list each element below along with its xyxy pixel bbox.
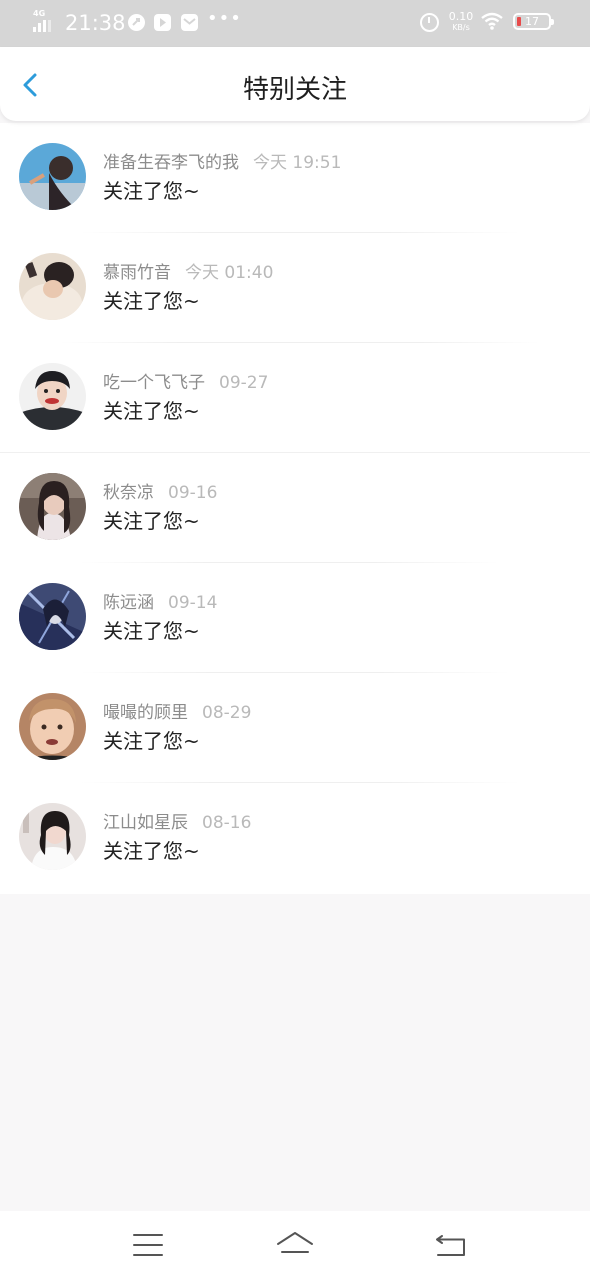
notification-message: 关注了您~	[103, 179, 200, 203]
notification-message: 关注了您~	[103, 509, 200, 533]
avatar[interactable]	[19, 583, 86, 650]
notification-time: 09-27	[219, 373, 269, 393]
user-name[interactable]: 陈远涵	[103, 593, 154, 613]
user-name[interactable]: 江山如星辰	[103, 813, 188, 833]
menu-icon	[133, 1234, 163, 1256]
list-item[interactable]: 江山如星辰 08-16 关注了您~	[0, 783, 590, 893]
wifi-icon	[481, 12, 503, 30]
signal-icon: 4G	[33, 9, 57, 32]
list-item[interactable]: 吃一个飞飞子 09-27 关注了您~	[0, 343, 590, 453]
system-back-button[interactable]	[430, 1230, 470, 1260]
notification-message: 关注了您~	[103, 399, 200, 423]
notification-time: 今天 19:51	[253, 153, 342, 173]
notification-message: 关注了您~	[103, 619, 200, 643]
notification-message: 关注了您~	[103, 839, 200, 863]
list-item[interactable]: 慕雨竹音 今天 01:40 关注了您~	[0, 233, 590, 343]
list-item[interactable]: 准备生吞李飞的我 今天 19:51 关注了您~	[0, 123, 590, 233]
list-item[interactable]: 陈远涵 09-14 关注了您~	[0, 563, 590, 673]
status-time: 21:38	[65, 11, 126, 35]
page-title: 特别关注	[242, 75, 347, 105]
mail-app-icon	[181, 14, 198, 31]
notification-message: 关注了您~	[103, 289, 200, 313]
user-name[interactable]: 慕雨竹音	[103, 263, 171, 283]
battery-level: 17	[525, 15, 539, 28]
notification-time: 08-16	[202, 813, 252, 833]
notification-time: 09-16	[168, 483, 218, 503]
notification-message: 关注了您~	[103, 729, 200, 753]
home-button[interactable]	[275, 1230, 315, 1260]
alarm-icon	[420, 13, 439, 32]
user-name[interactable]: 准备生吞李飞的我	[103, 153, 239, 173]
user-name[interactable]: 吃一个飞飞子	[103, 373, 205, 393]
video-app-icon	[154, 14, 171, 31]
status-bar: 4G 21:38 ••• 0.10 KB/s 17	[0, 0, 590, 47]
avatar[interactable]	[19, 253, 86, 320]
network-speed: 0.10 KB/s	[446, 11, 476, 33]
follow-notification-list: 准备生吞李飞的我 今天 19:51 关注了您~ 慕雨竹音 今天 01:40 关注了您…	[0, 123, 590, 894]
app-header: 特别关注	[0, 47, 590, 121]
notification-time: 09-14	[168, 593, 218, 613]
more-dots-icon: •••	[207, 8, 242, 29]
list-item[interactable]: 嘬嘬的顾里 08-29 关注了您~	[0, 673, 590, 783]
notification-time: 08-29	[202, 703, 252, 723]
list-item[interactable]: 秋奈凉 09-16 关注了您~	[0, 453, 590, 563]
home-icon	[277, 1232, 313, 1253]
avatar[interactable]	[19, 363, 86, 430]
back-icon	[436, 1235, 465, 1256]
user-name[interactable]: 秋奈凉	[103, 483, 154, 503]
clock-app-icon	[128, 14, 145, 31]
network-type: 4G	[33, 9, 46, 18]
speed-value: 0.10	[448, 10, 474, 23]
menu-button[interactable]	[128, 1230, 168, 1260]
avatar[interactable]	[19, 803, 86, 870]
avatar[interactable]	[19, 143, 86, 210]
avatar[interactable]	[19, 473, 86, 540]
notification-time: 今天 01:40	[185, 263, 274, 283]
avatar[interactable]	[19, 693, 86, 760]
system-nav-bar	[0, 1211, 590, 1280]
speed-unit: KB/s	[452, 23, 470, 32]
battery-icon: 17	[513, 13, 554, 30]
user-name[interactable]: 嘬嘬的顾里	[103, 703, 188, 723]
